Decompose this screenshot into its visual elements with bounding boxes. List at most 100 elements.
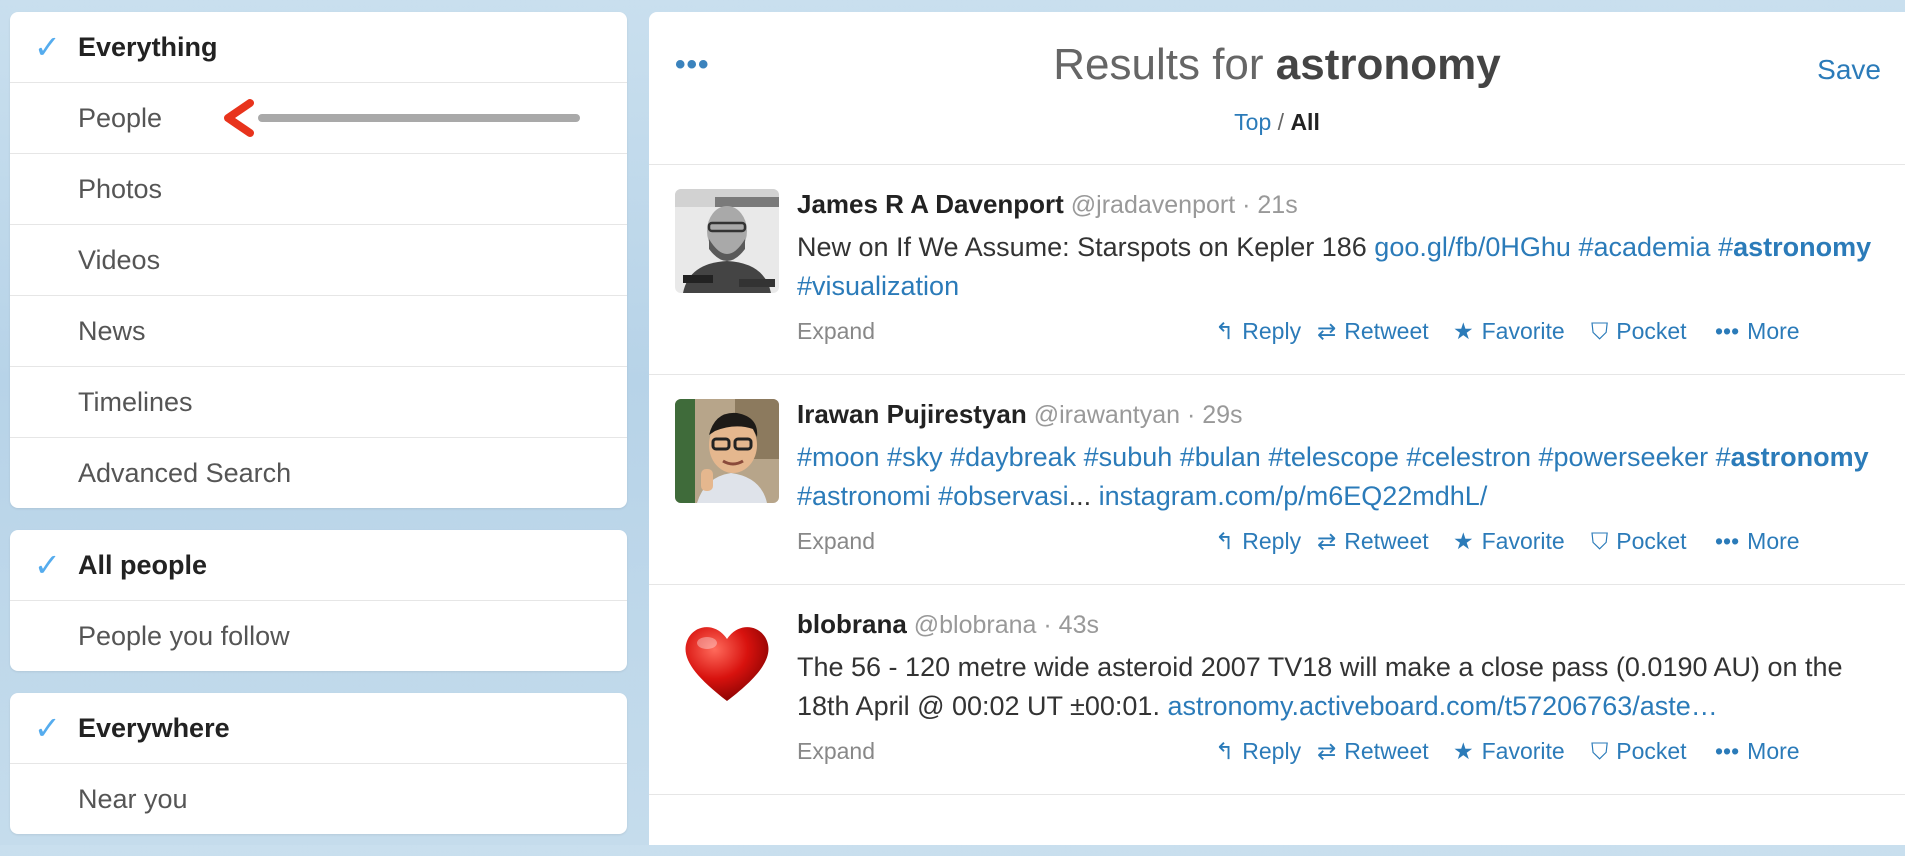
tweet-item[interactable]: James R A Davenport @jradavenport · 21s N… — [649, 165, 1905, 375]
filter-label: People — [78, 103, 163, 133]
toggle-all-selected: All — [1290, 109, 1320, 135]
more-button[interactable]: ••• More — [1715, 318, 1800, 345]
favorite-button[interactable]: ★ Favorite — [1453, 738, 1565, 765]
filter-timelines[interactable]: Timelines — [10, 366, 627, 437]
tweet-link[interactable]: #visualization — [797, 271, 959, 301]
tweet-link[interactable]: #moon #sky #daybreak #subuh #bulan #tele… — [797, 442, 1716, 472]
filter-label: Photos — [78, 174, 163, 204]
page-title: Results for astronomy — [649, 40, 1905, 90]
more-button[interactable]: ••• More — [1715, 738, 1800, 765]
toggle-separator: / — [1271, 109, 1291, 135]
retweet-button[interactable]: ⇄ Retweet — [1317, 528, 1429, 555]
retweet-button[interactable]: ⇄ Retweet — [1317, 738, 1429, 765]
filter-label: Timelines — [78, 387, 193, 417]
tweet-text: New on If We Assume: Starspots on Kepler… — [797, 228, 1875, 306]
tweet-fullname[interactable]: Irawan Pujirestyan — [797, 399, 1027, 429]
filter-people-you-follow[interactable]: People you follow — [10, 600, 627, 671]
pocket-button[interactable]: ⛉ Pocket — [1591, 528, 1687, 555]
filter-people[interactable]: People — [10, 82, 627, 153]
filter-label: Near you — [78, 784, 188, 814]
filter-label: Videos — [78, 245, 161, 275]
tweet-timestamp[interactable]: · 21s — [1242, 191, 1298, 219]
filter-label: People you follow — [78, 621, 290, 651]
tweet-hashtag-highlight[interactable]: astronomy — [1733, 232, 1871, 262]
reply-button[interactable]: ↰ Reply — [1215, 528, 1301, 555]
retweet-label: Retweet — [1344, 528, 1429, 554]
filter-label: All people — [78, 550, 208, 580]
tweet-username[interactable]: @blobrana — [914, 611, 1037, 639]
tweet-username[interactable]: @jradavenport — [1071, 191, 1235, 219]
tweet-text-segment — [1711, 232, 1719, 262]
retweet-icon: ⇄ — [1317, 528, 1337, 554]
top-all-toggle: Top / All — [649, 109, 1905, 136]
expand-link[interactable]: Expand — [797, 318, 875, 345]
tweet-text: #moon #sky #daybreak #subuh #bulan #tele… — [797, 438, 1875, 516]
tweet-item[interactable]: Irawan Pujirestyan @irawantyan · 29s #moo… — [649, 375, 1905, 585]
tweet-timestamp[interactable]: · 43s — [1043, 611, 1099, 639]
advanced-search-link[interactable]: Advanced Search — [10, 437, 627, 508]
filter-everything[interactable]: ✓ Everything — [10, 12, 627, 82]
pocket-button[interactable]: ⛉ Pocket — [1591, 738, 1687, 765]
tweet-actions: Expand ↰ Reply ⇄ Retweet ★ Favorite ⛉ Pocket ••• M… — [797, 316, 1875, 356]
reply-button[interactable]: ↰ Reply — [1215, 318, 1301, 345]
filter-news[interactable]: News — [10, 295, 627, 366]
annotation-arrow-icon — [224, 99, 580, 137]
tweet-link[interactable]: goo.gl/fb/0HGhu — [1374, 232, 1571, 262]
filter-photos[interactable]: Photos — [10, 153, 627, 224]
tweet-link[interactable]: # — [1718, 232, 1733, 262]
pocket-label: Pocket — [1616, 528, 1687, 554]
save-search-button[interactable]: Save — [1817, 54, 1881, 86]
tweet-text-segment: New on If We Assume: Starspots on Kepler… — [797, 232, 1375, 262]
tweet-actions: Expand ↰ Reply ⇄ Retweet ★ Favorite ⛉ Pocket ••• M… — [797, 526, 1875, 566]
pocket-button[interactable]: ⛉ Pocket — [1591, 318, 1687, 345]
tweet-timestamp[interactable]: · 29s — [1187, 401, 1243, 429]
tweet-body: Irawan Pujirestyan @irawantyan · 29s #moo… — [797, 375, 1905, 566]
more-dots-icon: ••• — [1715, 528, 1740, 554]
filter-everywhere[interactable]: ✓ Everywhere — [10, 693, 627, 763]
tweet-list: James R A Davenport @jradavenport · 21s N… — [649, 165, 1905, 795]
filter-label: Everywhere — [78, 713, 230, 743]
tweet-link[interactable]: #academia — [1578, 232, 1710, 262]
more-button[interactable]: ••• More — [1715, 528, 1800, 555]
tweet-text: The 56 - 120 metre wide asteroid 2007 TV… — [797, 648, 1875, 726]
filter-videos[interactable]: Videos — [10, 224, 627, 295]
tweet-username[interactable]: @irawantyan — [1034, 401, 1180, 429]
avatar[interactable] — [675, 399, 779, 503]
tweet-text-segment: ... — [1068, 481, 1099, 511]
expand-link[interactable]: Expand — [797, 738, 875, 765]
reply-label: Reply — [1242, 738, 1302, 764]
pocket-label: Pocket — [1616, 738, 1687, 764]
tweet-link[interactable]: instagram.com/p/m6EQ22mdhL/ — [1099, 481, 1488, 511]
avatar[interactable] — [675, 189, 779, 293]
tweet-hashtag-highlight[interactable]: astronomy — [1731, 442, 1869, 472]
tweet-actions: Expand ↰ Reply ⇄ Retweet ★ Favorite ⛉ Pocket ••• M… — [797, 736, 1875, 776]
more-label: More — [1747, 738, 1800, 764]
tweet-item[interactable]: blobrana @blobrana · 43s The 56 - 120 met… — [649, 585, 1905, 795]
retweet-button[interactable]: ⇄ Retweet — [1317, 318, 1429, 345]
toggle-top-link[interactable]: Top — [1234, 109, 1271, 135]
tweet-link[interactable]: #astronomi #observasi — [797, 481, 1069, 511]
checkmark-icon: ✓ — [34, 29, 61, 65]
title-prefix: Results for — [1053, 40, 1276, 89]
tweet-fullname[interactable]: blobrana — [797, 609, 907, 639]
reply-button[interactable]: ↰ Reply — [1215, 738, 1301, 765]
favorite-button[interactable]: ★ Favorite — [1453, 528, 1565, 555]
checkmark-icon: ✓ — [34, 710, 61, 746]
tweet-link[interactable]: astronomy.activeboard.com/t57206763/aste… — [1167, 691, 1717, 721]
expand-link[interactable]: Expand — [797, 528, 875, 555]
tweet-fullname[interactable]: James R A Davenport — [797, 189, 1064, 219]
tweet-link[interactable]: # — [1716, 442, 1731, 472]
results-header: ••• Results for astronomy Top / All Save — [649, 12, 1905, 165]
favorite-label: Favorite — [1481, 528, 1565, 554]
result-type-filter-panel: ✓ Everything People Photos Videos News T… — [10, 12, 627, 508]
favorite-button[interactable]: ★ Favorite — [1453, 318, 1565, 345]
avatar[interactable] — [675, 609, 779, 713]
filter-all-people[interactable]: ✓ All people — [10, 530, 627, 600]
search-results-panel: ••• Results for astronomy Top / All Save… — [649, 12, 1905, 845]
favorite-label: Favorite — [1481, 738, 1565, 764]
retweet-icon: ⇄ — [1317, 738, 1337, 764]
pocket-icon: ⛉ — [1591, 528, 1609, 554]
filter-near-you[interactable]: Near you — [10, 763, 627, 834]
filter-label: News — [78, 316, 146, 346]
pocket-icon: ⛉ — [1591, 318, 1609, 344]
